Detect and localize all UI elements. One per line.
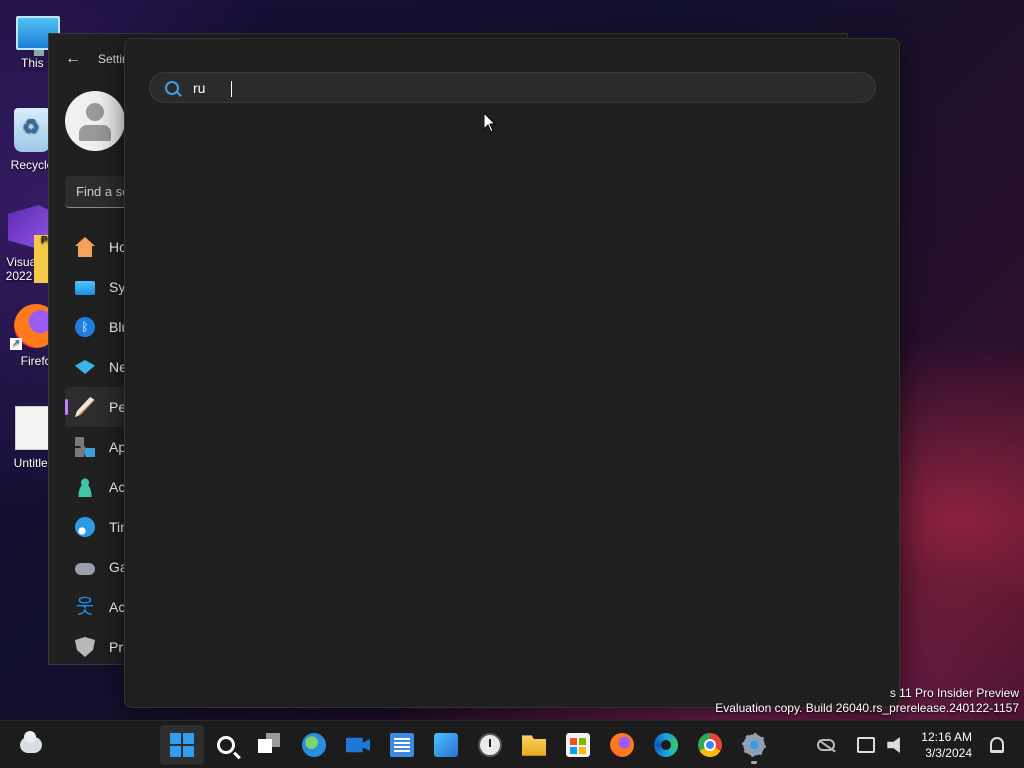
search-flyout [124,38,900,708]
taskbar-app-photos[interactable] [424,725,468,765]
taskbar-apps [160,725,776,765]
clock-time: 12:16 AM [921,730,972,744]
search-input[interactable] [193,79,873,96]
system-icon [75,281,95,295]
recycle-bin-icon [14,108,50,152]
bluetooth-icon: ᛒ [75,317,95,337]
back-arrow-icon[interactable]: ← [65,50,81,68]
system-tray: 12:16 AM 3/3/2024 [811,721,1010,768]
home-icon [75,237,95,257]
taskbar-app-settings[interactable] [732,725,776,765]
video-editor-icon [346,737,370,753]
accounts-icon [75,477,95,497]
text-caret [231,81,232,97]
start-icon [170,733,194,757]
taskbar-search-button[interactable] [204,725,248,765]
clock-date: 3/3/2024 [925,746,972,760]
gaming-icon [75,563,95,575]
taskbar-app-file-explorer[interactable] [512,725,556,765]
personalization-icon [75,397,95,417]
store-icon [566,733,590,757]
task-view-button[interactable] [248,725,292,765]
taskbar-app-chrome[interactable] [688,725,732,765]
widgets-button[interactable] [20,731,46,757]
search-box[interactable] [149,72,876,103]
notepad-icon [390,733,414,757]
network-icon [75,360,95,374]
avatar-head [86,103,104,121]
volume-muted-icon[interactable] [887,737,900,753]
weather-icon [20,731,42,753]
mouse-pointer-icon [483,111,497,138]
taskbar: 12:16 AM 3/3/2024 [0,720,1024,768]
search-icon [217,736,235,754]
network-status-icon[interactable] [857,737,876,753]
apps-icon [75,437,95,457]
time-language-icon [75,517,95,537]
chrome-icon [698,733,722,757]
start-button[interactable] [160,725,204,765]
watermark-line1: s 11 Pro Insider Preview [889,686,1019,700]
search-icon [165,80,179,95]
avatar[interactable] [65,91,125,151]
notification-bell-icon[interactable] [990,737,1004,753]
taskbar-app-firefox[interactable] [600,725,644,765]
privacy-icon [75,637,95,657]
edge-icon [654,733,678,757]
browser-globe-icon [302,733,326,757]
clock-icon [478,733,502,757]
avatar-body [79,125,111,141]
accessibility-icon: 웃 [75,596,95,618]
taskbar-clock[interactable]: 12:16 AM 3/3/2024 [921,729,972,761]
taskbar-app-notepad[interactable] [380,725,424,765]
evaluation-watermark: s 11 Pro Insider Preview Evaluation copy… [715,686,1019,716]
watermark-line2: Evaluation copy. Build 26040.rs_prerelea… [715,701,1019,715]
taskbar-app-globe[interactable] [292,725,336,765]
taskbar-app-video[interactable] [336,725,380,765]
firefox-icon [610,733,634,757]
photos-icon [434,733,458,757]
taskbar-app-edge[interactable] [644,725,688,765]
taskbar-app-clock[interactable] [468,725,512,765]
onedrive-offline-icon[interactable] [817,739,836,751]
taskbar-app-store[interactable] [556,725,600,765]
settings-icon [742,733,766,757]
file-explorer-icon [522,735,546,756]
task-view-icon [258,733,282,757]
shortcut-arrow-icon: ↗ [10,338,22,350]
